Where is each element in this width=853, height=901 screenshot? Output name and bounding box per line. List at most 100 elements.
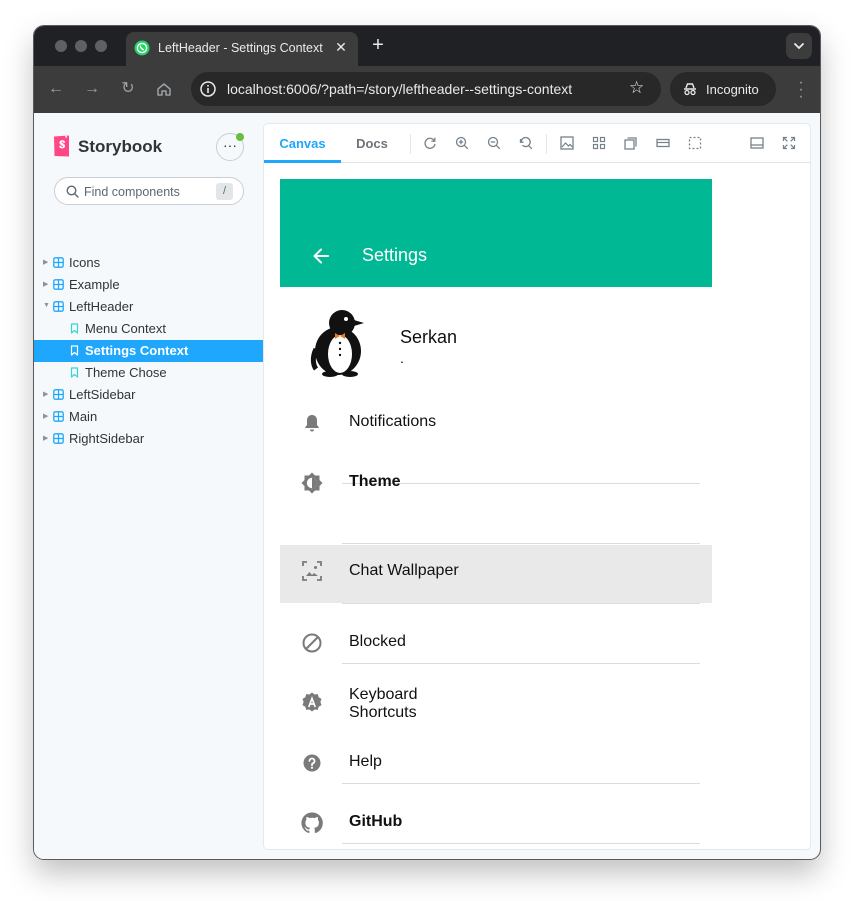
caret-right-icon: ▶ [43,259,49,266]
forward-icon[interactable]: → [81,78,103,100]
incognito-indicator[interactable]: Incognito [670,72,776,106]
tree-item-example[interactable]: ▶ Example [34,274,264,296]
tree-item-main[interactable]: ▶ Main [34,406,264,428]
menu-divider [342,843,700,844]
close-tab-icon[interactable]: ✕ [332,38,350,56]
url-text: localhost:6006/?path=/story/leftheader--… [227,81,573,97]
search-placeholder: Find components [84,185,180,199]
incognito-label: Incognito [706,82,759,97]
toggle-addons-icon[interactable] [750,136,764,150]
background-icon[interactable] [560,136,574,150]
github-icon [301,812,323,834]
block-icon [302,633,322,653]
minimize-window-button[interactable] [75,40,87,52]
toolbar-divider [546,134,547,154]
tree-item-settings-context[interactable]: Settings Context [34,340,264,362]
tree-item-menu-context[interactable]: Menu Context [34,318,264,340]
menu-divider [342,543,700,544]
menu-label-line2: Shortcuts [349,704,417,721]
settings-header: Settings [280,179,712,287]
incognito-icon [684,83,696,96]
zoom-out-icon[interactable] [487,136,501,150]
close-window-button[interactable] [55,40,67,52]
menu-label: Keyboard Shortcuts [349,686,418,722]
bookmark-star-icon[interactable]: ☆ [629,79,647,97]
help-icon [303,754,321,772]
keyboard-icon [302,692,322,712]
toolbar-divider [410,134,411,154]
storybook-sidebar: Storybook ··· Find components / ▶ Icons … [34,113,264,859]
menu-label: Chat Wallpaper [349,562,459,579]
address-bar[interactable]: localhost:6006/?path=/story/leftheader--… [191,72,661,106]
story-bookmark-icon [70,323,79,334]
caret-right-icon: ▶ [43,391,49,398]
tab-canvas[interactable]: Canvas [264,124,341,163]
preview-panel: Canvas Docs Settings Serkan . Notificati… [264,124,810,849]
menu-divider [342,783,700,784]
menu-item-theme[interactable]: Theme [280,452,712,512]
menu-divider [342,663,700,664]
caret-right-icon: ▶ [43,435,49,442]
bell-icon [305,415,319,432]
measure-icon[interactable] [656,136,670,150]
browser-toolbar: ← → ↻ localhost:6006/?path=/story/lefthe… [34,66,820,113]
menu-item-chat-wallpaper[interactable]: Chat Wallpaper [280,545,712,603]
tree-label: Main [69,409,98,424]
component-icon [53,433,64,444]
tree-label: Icons [69,255,101,270]
back-arrow-icon[interactable] [312,247,330,265]
tree-label: Theme Chose [85,365,167,380]
tree-label: Example [69,277,120,292]
settings-title: Settings [362,245,428,265]
back-icon[interactable]: ← [45,78,67,100]
menu-item-notifications[interactable]: Notifications [280,392,712,452]
caret-right-icon: ▶ [43,413,49,420]
browser-tab[interactable]: LeftHeader - Settings Context ✕ [126,32,358,66]
tree-item-leftsidebar[interactable]: ▶ LeftSidebar [34,384,264,406]
new-tab-button[interactable]: + [368,35,388,55]
outline-icon[interactable] [688,136,702,150]
component-icon [53,257,64,268]
maximize-window-button[interactable] [95,40,107,52]
component-icon [53,411,64,422]
penguin-avatar[interactable] [308,307,368,377]
menu-item-keyboard-shortcuts[interactable]: Keyboard Shortcuts [280,672,712,732]
menu-label: GitHub [349,813,403,830]
tree-label: RightSidebar [69,431,145,446]
storybook-brand-name: Storybook [78,137,163,156]
remount-icon[interactable] [423,136,437,150]
component-icon [53,279,64,290]
profile-status: . [400,350,404,366]
browser-menu-icon[interactable]: · · · [798,75,804,105]
title-bar: LeftHeader - Settings Context ✕ + [34,26,820,66]
menu-label: Blocked [349,633,406,650]
tree-item-theme-chose[interactable]: Theme Chose [34,362,264,384]
grid-icon[interactable] [592,136,606,150]
search-input[interactable]: Find components / [54,177,244,205]
tree-item-rightsidebar[interactable]: ▶ RightSidebar [34,428,264,450]
chevron-down-icon [794,43,804,50]
menu-label-line1: Keyboard [349,686,418,703]
reload-icon[interactable]: ↻ [117,78,139,100]
site-info-icon[interactable] [199,80,217,98]
search-icon [66,185,79,198]
tree-label: Menu Context [85,321,166,336]
home-icon[interactable] [153,78,175,100]
preview-toolbar: Canvas Docs [264,124,810,163]
viewport-icon[interactable] [624,136,638,150]
tree-item-icons[interactable]: ▶ Icons [34,252,264,274]
component-icon [53,389,64,400]
tab-search-button[interactable] [786,33,812,59]
browser-window: LeftHeader - Settings Context ✕ + ← → ↻ … [34,26,820,859]
tree-label: Settings Context [85,343,189,358]
tab-docs[interactable]: Docs [341,124,403,163]
whatsapp-icon [134,40,150,56]
zoom-reset-icon[interactable] [519,136,533,150]
tree-label: LeftSidebar [69,387,136,402]
menu-divider [342,603,700,604]
tree-item-leftheader[interactable]: ▼ LeftHeader [34,296,264,318]
tab-title: LeftHeader - Settings Context [158,41,323,55]
zoom-in-icon[interactable] [455,136,469,150]
fullscreen-icon[interactable] [782,136,796,150]
caret-down-icon: ▼ [43,302,50,309]
